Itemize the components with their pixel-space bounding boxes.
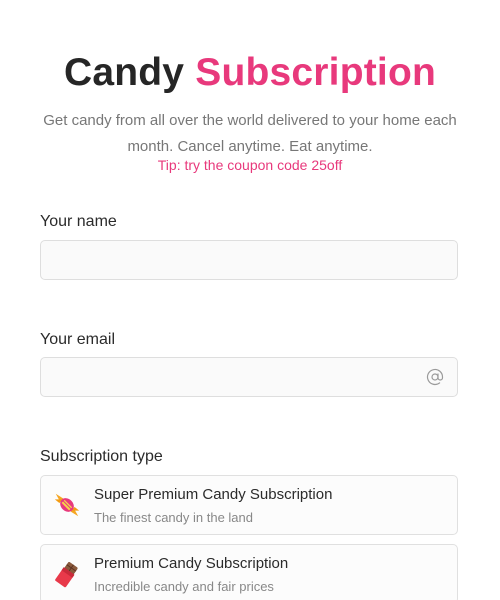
name-field-container <box>40 240 458 280</box>
email-input[interactable] <box>41 358 457 396</box>
subscription-page: Candy Subscription Get candy from all ov… <box>0 0 500 600</box>
name-input[interactable] <box>41 241 457 279</box>
wrapped-candy-icon <box>54 493 80 517</box>
page-title: Candy Subscription <box>0 50 500 96</box>
coupon-tip: Tip: try the coupon code 25off <box>157 157 343 173</box>
email-field-container <box>40 357 458 397</box>
option-description: Incredible candy and fair prices <box>94 579 274 594</box>
title-subscription: Subscription <box>195 51 436 94</box>
subscription-option-premium[interactable]: Premium Candy Subscription Incredible ca… <box>40 544 458 600</box>
subscription-option-super-premium[interactable]: Super Premium Candy Subscription The fin… <box>40 475 458 535</box>
title-candy: Candy <box>64 51 185 94</box>
name-label: Your name <box>40 213 117 230</box>
subscription-type-label: Subscription type <box>40 448 163 465</box>
chocolate-bar-icon <box>55 562 78 588</box>
option-title: Super Premium Candy Subscription <box>94 486 333 503</box>
at-sign-icon <box>426 368 444 386</box>
email-label: Your email <box>40 331 116 348</box>
option-title: Premium Candy Subscription <box>94 555 289 572</box>
page-subtitle: Get candy from all over the world delive… <box>43 112 457 155</box>
option-description: The finest candy in the land <box>94 510 253 525</box>
